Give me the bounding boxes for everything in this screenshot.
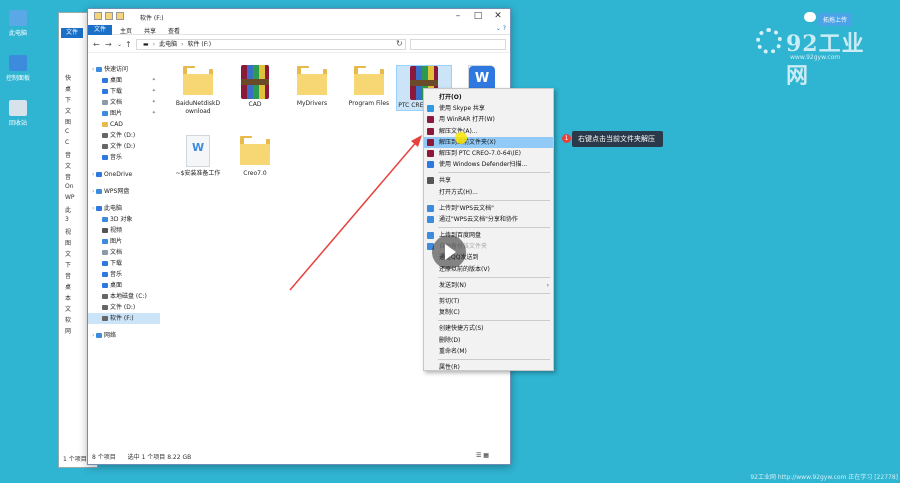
- menu-item-label: 使用 Windows Defender扫描...: [439, 161, 528, 169]
- context-menu-item[interactable]: 剪切(T): [424, 296, 553, 307]
- skype-icon: [427, 105, 434, 113]
- context-menu-item[interactable]: 上传到"WPS云文档": [424, 203, 553, 214]
- winrar-icon: [427, 149, 434, 157]
- menu-item-label: 通过"WPS云文档"分享和协作: [439, 215, 518, 223]
- menu-item-label: 解压到 PTC CREO-7.0-64\(E): [439, 149, 521, 157]
- submenu-arrow-icon: ›: [546, 281, 549, 289]
- context-menu-item[interactable]: 复制(C): [424, 307, 553, 318]
- context-menu[interactable]: 打开(O) 使用 Skype 共享用 WinRAR 打开(W) 解压文件(A)...…: [423, 88, 554, 371]
- menu-item-label: 创建快捷方式(S): [439, 325, 484, 333]
- context-menu-item[interactable]: 通过"WPS云文档"分享和协作: [424, 214, 553, 225]
- context-menu-item[interactable]: 属性(R): [424, 362, 553, 373]
- winrar-icon: [427, 127, 434, 135]
- context-menu-item[interactable]: 打开方式(H)...: [424, 187, 553, 198]
- context-menu-item[interactable]: 发送到(N) ›: [424, 280, 553, 291]
- wps-cloud-icon: [427, 204, 434, 212]
- menu-item-label: 使用 Skype 共享: [439, 105, 485, 113]
- menu-item-label: 删除(D): [439, 336, 461, 344]
- mouse-cursor-highlight: [455, 132, 467, 144]
- context-menu-item[interactable]: 共享: [424, 175, 553, 186]
- context-menu-item[interactable]: 解压文件(A)...: [424, 126, 553, 137]
- menu-item-label: 重命名(M): [439, 347, 467, 355]
- menu-separator: [438, 293, 550, 294]
- footer-watermark: 92工业网 http://www.92gyw.com 正在学习 [22778]: [750, 474, 898, 481]
- share-icon: [427, 177, 434, 185]
- menu-item-label: 发送到(N): [439, 281, 467, 289]
- menu-item-label: 属性(R): [439, 363, 460, 371]
- context-menu-item[interactable]: 打开(O): [424, 92, 553, 103]
- winrar-icon: [427, 116, 434, 124]
- menu-separator: [438, 358, 550, 360]
- menu-separator: [438, 227, 550, 229]
- context-menu-item[interactable]: 解压到当前文件夹(X): [424, 136, 553, 148]
- play-button-icon[interactable]: [432, 235, 466, 269]
- menu-separator: [438, 276, 550, 278]
- baidu-icon: [427, 232, 434, 240]
- menu-separator: [438, 172, 550, 174]
- context-menu-item[interactable]: 使用 Windows Defender扫描...: [424, 159, 553, 170]
- menu-item-label: 上传到"WPS云文档": [439, 204, 494, 212]
- context-menu-item[interactable]: 创建快捷方式(S): [424, 323, 553, 334]
- context-menu-item[interactable]: 用 WinRAR 打开(W): [424, 114, 553, 125]
- menu-item-label: 打开方式(H)...: [439, 188, 478, 196]
- menu-separator: [438, 320, 550, 322]
- menu-item-label: 共享: [439, 177, 452, 185]
- context-menu-item[interactable]: 解压到 PTC CREO-7.0-64\(E): [424, 148, 553, 159]
- menu-item-label: 剪切(T): [439, 298, 460, 305]
- menu-item-label: 用 WinRAR 打开(W): [439, 116, 495, 124]
- defender-icon: [427, 161, 434, 169]
- step-number-badge: 1: [562, 134, 571, 143]
- menu-item-label: 打开(O): [439, 94, 462, 101]
- context-menu-item[interactable]: 使用 Skype 共享: [424, 103, 553, 114]
- annotation-callout: 右键点击当前文件夹解压: [572, 131, 663, 147]
- menu-separator: [438, 199, 550, 201]
- context-menu-item[interactable]: 重命名(M): [424, 346, 553, 357]
- winrar-icon: [427, 138, 434, 146]
- menu-item-label: 复制(C): [439, 309, 460, 317]
- context-menu-item[interactable]: 删除(D): [424, 335, 553, 346]
- wps-share-icon: [427, 215, 434, 223]
- menu-item-label: 解压到当前文件夹(X): [439, 138, 496, 146]
